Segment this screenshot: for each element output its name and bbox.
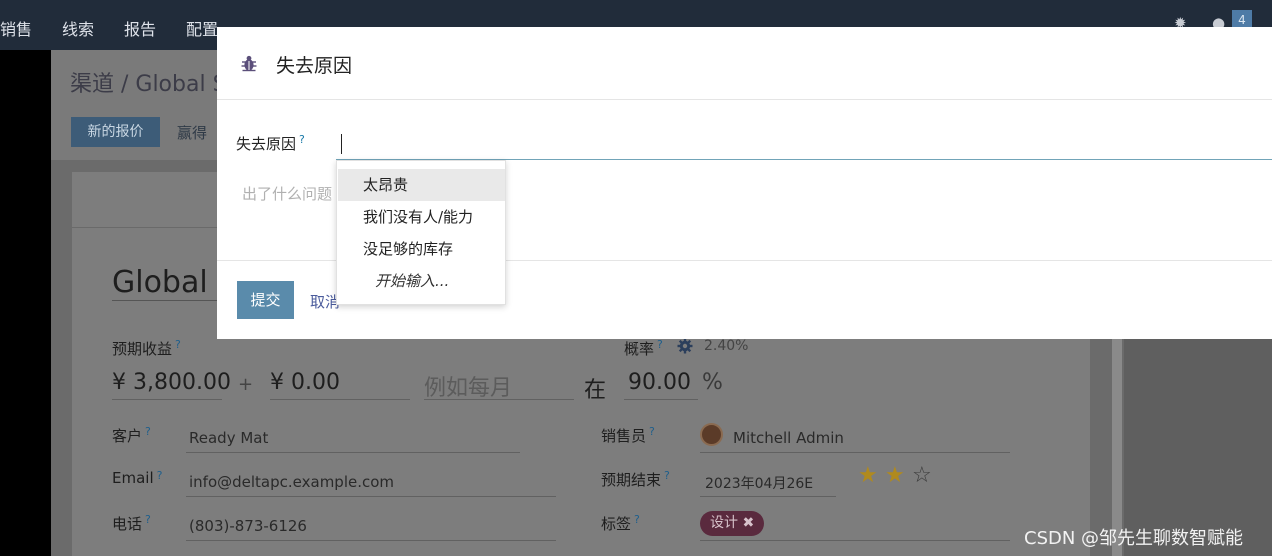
closing-note-placeholder[interactable]: 出了什么问题: [242, 183, 332, 204]
text-caret: [341, 134, 342, 154]
salesperson-value[interactable]: Mitchell Admin: [733, 429, 844, 447]
salesperson-avatar: [700, 423, 723, 446]
automated-probability: 2.40%: [704, 338, 749, 354]
lost-reason-input[interactable]: [336, 128, 1272, 160]
recurring-revenue-value[interactable]: ¥ 0.00: [270, 370, 340, 395]
tags-underline: [700, 540, 1010, 541]
plus-sign: +: [238, 374, 254, 395]
dialog-header: 失去原因: [217, 27, 1272, 100]
phone-value[interactable]: (803)-873-6126: [189, 517, 307, 535]
tags-label: 标签?: [601, 513, 640, 533]
probability-underline: [624, 399, 698, 400]
menu-sales[interactable]: 销售: [0, 16, 32, 40]
email-underline: [186, 496, 556, 497]
help-tooltip-icon[interactable]: ?: [299, 133, 305, 146]
customer-label: 客户?: [112, 425, 151, 445]
expected-revenue-value[interactable]: ¥ 3,800.00: [112, 370, 231, 395]
percent-sign: %: [702, 370, 723, 395]
menu-configuration[interactable]: 配置: [186, 16, 218, 40]
email-value[interactable]: info@deltapc.example.com: [189, 473, 394, 491]
priority-star-2-icon[interactable]: ★: [885, 463, 905, 488]
watermark: CSDN @邹先生聊数智赋能: [1024, 528, 1244, 549]
expected-closing-underline: [700, 496, 836, 497]
lost-reason-dropdown: 太昂贵 我们没有人/能力 没足够的库存 开始输入...: [336, 160, 506, 305]
menu-leads[interactable]: 线索: [62, 16, 94, 40]
phone-underline: [186, 540, 556, 541]
expected-revenue-label: 预期收益?: [112, 338, 181, 358]
customer-value[interactable]: Ready Mat: [189, 429, 268, 447]
customer-underline: [186, 452, 520, 453]
recurring-revenue-underline: [270, 399, 410, 400]
left-backdrop: [0, 50, 51, 556]
salesperson-label: 销售员?: [601, 425, 655, 445]
won-button[interactable]: 赢得: [177, 122, 207, 143]
dropdown-option-no-resources[interactable]: 我们没有人/能力: [338, 201, 505, 233]
email-label: Email?: [112, 469, 163, 487]
dropdown-option-not-enough-stock[interactable]: 没足够的库存: [338, 233, 505, 265]
tag-badge[interactable]: 设计 ✖: [700, 511, 765, 536]
probability-label: 概率?: [624, 338, 663, 358]
dropdown-start-typing[interactable]: 开始输入...: [338, 265, 505, 297]
at-label: 在: [584, 378, 607, 403]
salesperson-underline: [700, 452, 1010, 453]
expected-closing-label: 预期结束?: [601, 469, 670, 489]
probability-value[interactable]: 90.00: [628, 370, 691, 395]
opportunity-title[interactable]: Global: [112, 265, 232, 301]
submit-button[interactable]: 提交: [237, 281, 294, 319]
dialog-title: 失去原因: [276, 55, 353, 77]
breadcrumb[interactable]: 渠道 / Global S: [70, 66, 227, 98]
recurring-plan-placeholder[interactable]: 例如每月: [424, 370, 512, 402]
priority-star-3-icon[interactable]: ☆: [912, 463, 932, 488]
lost-reason-label: 失去原因?: [236, 133, 305, 153]
expected-closing-value[interactable]: 2023年04月26E: [705, 473, 813, 493]
phone-label: 电话?: [112, 513, 151, 533]
priority-star-1-icon[interactable]: ★: [858, 463, 878, 488]
recurring-plan-underline: [424, 399, 574, 400]
dropdown-option-too-expensive[interactable]: 太昂贵: [338, 169, 505, 201]
menu-reporting[interactable]: 报告: [124, 16, 156, 40]
new-quotation-button[interactable]: 新的报价: [71, 117, 160, 147]
bug-icon[interactable]: [241, 54, 257, 72]
expected-revenue-underline: [112, 399, 222, 400]
gear-icon[interactable]: [677, 338, 693, 354]
